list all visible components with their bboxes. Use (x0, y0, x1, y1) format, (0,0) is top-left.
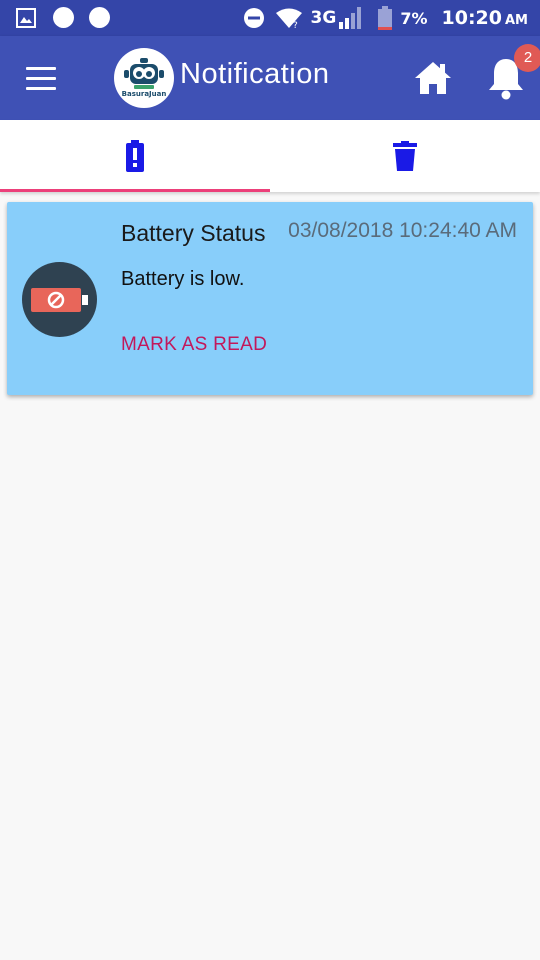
tab-trash[interactable] (270, 120, 540, 192)
battery-alert-icon (126, 140, 144, 172)
menu-icon-line (26, 87, 56, 90)
wifi-icon: ? (275, 7, 303, 29)
status-bar-left (16, 7, 110, 28)
notification-circle-icon (53, 7, 74, 28)
signal-icon (338, 6, 364, 30)
do-not-disturb-icon (243, 7, 265, 29)
status-bar-right: ? 3G 7% 10:20 AM (233, 0, 528, 36)
notification-title: Battery Status (121, 220, 266, 246)
menu-button[interactable] (24, 63, 58, 93)
home-button[interactable] (413, 60, 453, 100)
tab-bar (0, 120, 540, 192)
clock-ampm: AM (505, 12, 528, 28)
active-tab-indicator (0, 189, 270, 192)
tab-notifications[interactable] (0, 120, 270, 192)
notification-message: Battery is low. (121, 268, 245, 290)
battery-icon (378, 6, 393, 30)
menu-icon-line (26, 67, 56, 70)
page-title: Notification (180, 58, 330, 90)
home-icon (415, 62, 451, 94)
image-icon (16, 7, 36, 28)
notification-avatar (22, 262, 97, 337)
battery-percent: 7% (400, 8, 428, 28)
notification-count-badge: 2 (514, 44, 540, 72)
robot-icon (124, 58, 164, 89)
notification-circle-icon (89, 7, 110, 28)
logo-text: BasuraJuan (121, 90, 167, 98)
app-logo: BasuraJuan (114, 48, 174, 108)
mark-as-read-button[interactable]: MARK AS READ (121, 334, 267, 356)
status-bar: ? 3G 7% 10:20 AM (0, 0, 540, 36)
menu-icon-line (26, 77, 56, 80)
app-bar: BasuraJuan Notification 2 (0, 36, 540, 120)
battery-empty-icon (30, 287, 88, 312)
clock-time: 10:20 (441, 7, 502, 29)
notification-card[interactable]: Battery Status 03/08/2018 10:24:40 AM Ba… (7, 202, 533, 395)
svg-text:?: ? (293, 21, 298, 29)
trash-icon (393, 141, 417, 171)
network-type: 3G (310, 8, 337, 28)
notification-date: 03/08/2018 10:24:40 AM (288, 219, 517, 242)
